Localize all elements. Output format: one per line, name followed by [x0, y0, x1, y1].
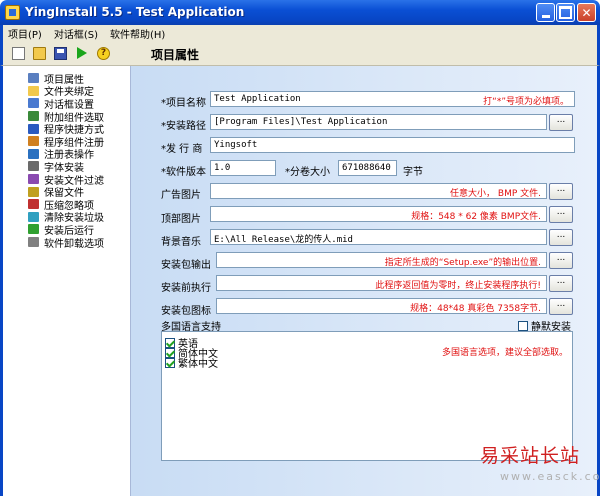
save-icon[interactable] [54, 47, 67, 60]
list-item[interactable]: 繁体中文 [165, 355, 218, 370]
sidebar-item-label: 软件卸载选项 [44, 238, 104, 250]
run-after-icon [28, 224, 39, 235]
watermark-text-en: www.easck.com [500, 470, 600, 483]
volume-size-input[interactable]: 671088640 [338, 160, 397, 176]
pre-exec-label: 安装前执行 [161, 283, 211, 294]
project-name-label: *项目名称 [161, 98, 206, 109]
silent-install-checkbox[interactable] [518, 320, 528, 331]
install-path-browse-button[interactable]: ... [549, 114, 573, 131]
install-path-input[interactable]: [Program Files]\Test Application [210, 114, 547, 130]
section-title: 项目属性 [151, 48, 200, 62]
menu-bar: 项目(P) 对话框(S) 软件帮助(H) [0, 25, 600, 42]
new-icon[interactable] [12, 47, 25, 60]
menu-project[interactable]: 项目(P) [8, 26, 42, 41]
folder-icon [28, 85, 39, 96]
pre-exec-hint: 此程序返回值为零时，终止安装程序执行! [375, 281, 541, 291]
window-title: YingInstall 5.5 - Test Application [25, 5, 245, 19]
bg-music-label: 背景音乐 [161, 237, 201, 248]
uninstall-icon [28, 237, 39, 248]
output-browse-button[interactable]: ... [549, 252, 573, 269]
publisher-value: Yingsoft [214, 140, 258, 150]
menu-help[interactable]: 软件帮助(H) [110, 26, 165, 41]
install-path-value: [Program Files]\Test Application [214, 117, 388, 127]
maximize-button[interactable] [556, 3, 575, 22]
volume-size-unit: 字节 [403, 167, 423, 178]
top-image-label: 顶部图片 [161, 214, 201, 225]
app-icon[interactable] [5, 5, 20, 20]
grid-icon [28, 73, 39, 84]
language-label: 繁体中文 [178, 359, 218, 370]
package-icon-hint: 规格：48*48 真彩色 7358字节. [410, 304, 541, 314]
filter-icon [28, 174, 39, 185]
top-image-hint: 规格：548 * 62 像素 BMP文件. [411, 212, 541, 222]
package-icon-input[interactable]: 规格：48*48 真彩色 7358字节. [216, 298, 547, 314]
open-icon[interactable] [33, 47, 46, 60]
bg-music-input[interactable]: E:\All Release\龙的传人.mid [210, 229, 547, 245]
output-hint: 指定所生成的“Setup.exe”的输出位置. [384, 258, 541, 268]
project-properties-panel: *项目名称 Test Application 打“*”号项为必填项。 *安装路径… [131, 66, 600, 496]
watermark-text-cn: 易采站长站 [480, 445, 581, 467]
keep-file-icon [28, 186, 39, 197]
toolbar: ? 项目属性 [0, 42, 600, 66]
top-image-browse-button[interactable]: ... [549, 206, 573, 223]
title-bar: YingInstall 5.5 - Test Application ✕ [0, 0, 600, 25]
run-icon[interactable] [77, 47, 87, 59]
component-icon [28, 111, 39, 122]
output-label: 安装包输出 [161, 260, 211, 271]
pre-exec-input[interactable]: 此程序返回值为零时，终止安装程序执行! [216, 275, 547, 291]
package-icon-browse-button[interactable]: ... [549, 298, 573, 315]
ad-image-label: 广告图片 [161, 190, 201, 201]
version-value: 1.0 [214, 163, 231, 173]
close-button[interactable]: ✕ [577, 3, 596, 22]
shortcut-icon [28, 123, 39, 134]
pre-exec-browse-button[interactable]: ... [549, 275, 573, 292]
publisher-input[interactable]: Yingsoft [210, 137, 575, 153]
window-icon [28, 98, 39, 109]
publisher-label: *发 行 商 [161, 144, 203, 155]
language-checkbox[interactable] [165, 357, 175, 368]
project-name-hint: 打“*”号项为必填项。 [483, 97, 569, 107]
top-image-input[interactable]: 规格：548 * 62 像素 BMP文件. [210, 206, 547, 222]
volume-size-label: *分卷大小 [285, 167, 330, 178]
compress-icon [28, 199, 39, 210]
project-name-input[interactable]: Test Application 打“*”号项为必填项。 [210, 91, 575, 107]
help-icon[interactable]: ? [97, 47, 110, 60]
registry-icon [28, 148, 39, 159]
ad-image-hint: 任意大小， BMP 文件. [450, 189, 541, 199]
clean-icon [28, 211, 39, 222]
version-input[interactable]: 1.0 [210, 160, 276, 176]
font-icon [28, 161, 39, 172]
ad-image-input[interactable]: 任意大小， BMP 文件. [210, 183, 547, 199]
project-name-value: Test Application [214, 94, 301, 104]
install-path-label: *安装路径 [161, 121, 206, 132]
sidebar-item-uninstall[interactable]: 软件卸载选项 [3, 236, 130, 250]
bg-music-browse-button[interactable]: ... [549, 229, 573, 246]
register-icon [28, 136, 39, 147]
volume-size-value: 671088640 [342, 163, 391, 173]
sidebar-tree: 项目属性 文件夹绑定 对话框设置 附加组件选取 程序快捷方式 程序组件注册 注册… [0, 66, 131, 496]
minimize-button[interactable] [536, 3, 555, 22]
output-input[interactable]: 指定所生成的“Setup.exe”的输出位置. [216, 252, 547, 268]
ad-image-browse-button[interactable]: ... [549, 183, 573, 200]
bg-music-value: E:\All Release\龙的传人.mid [214, 235, 353, 245]
package-icon-label: 安装包图标 [161, 306, 211, 317]
menu-dialog[interactable]: 对话框(S) [54, 26, 98, 41]
multilang-hint: 多国语言选项，建议全部选取。 [441, 348, 568, 358]
version-label: *软件版本 [161, 167, 206, 178]
